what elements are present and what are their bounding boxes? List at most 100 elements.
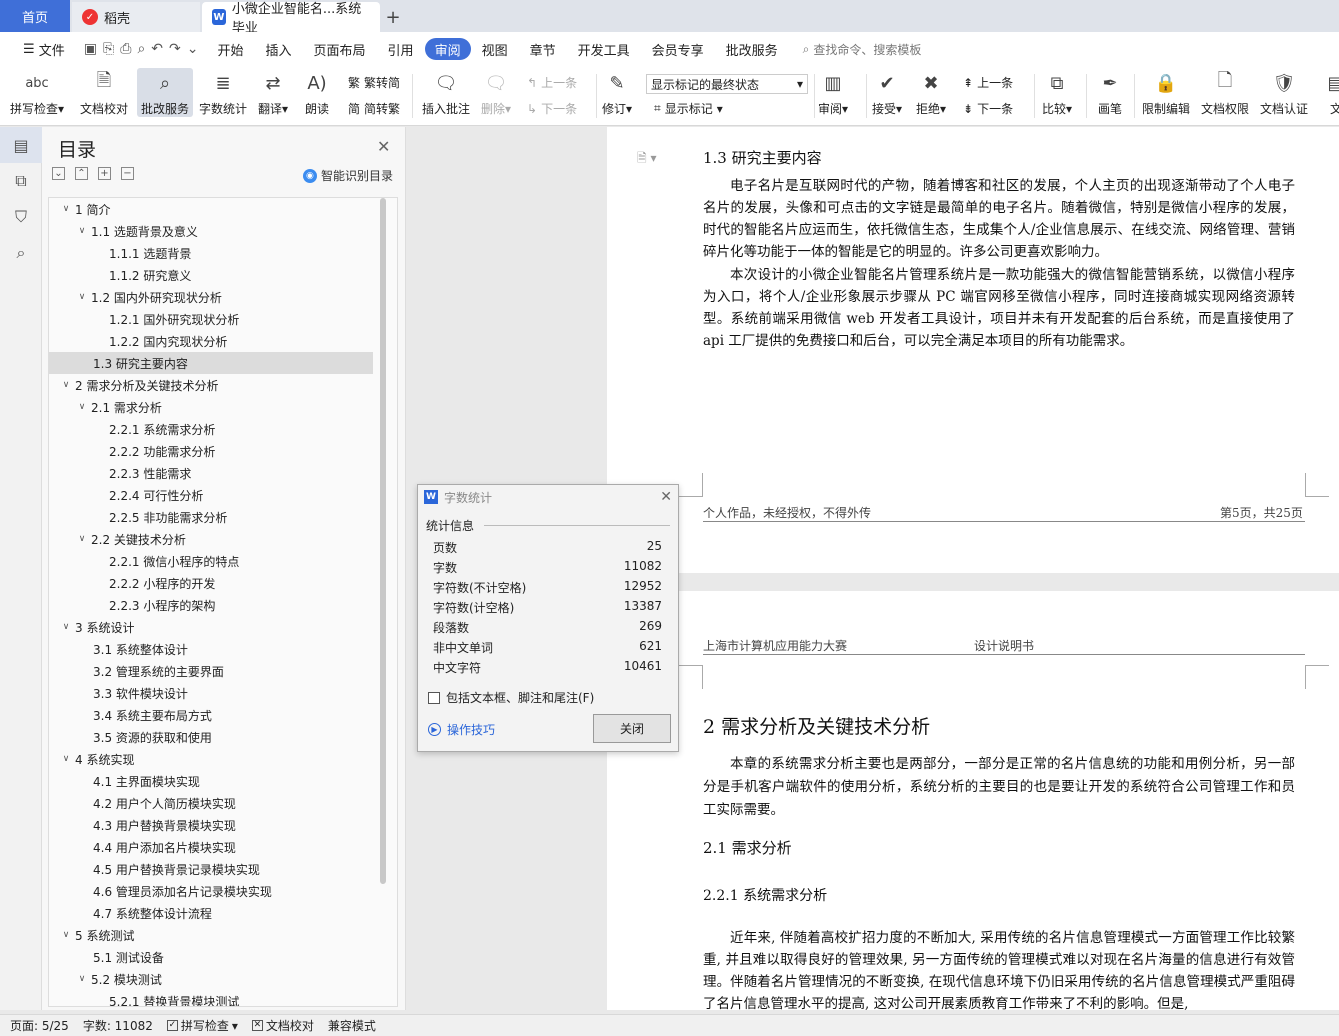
tab-daoke[interactable]: ✓ 稻壳 [72, 2, 200, 32]
command-search[interactable]: ⌕ 查找命令、搜索模板 [803, 41, 922, 58]
new-tab-button[interactable]: + [380, 2, 406, 32]
chevron-down-icon[interactable]: ∨ [75, 534, 89, 544]
smart-toc-button[interactable]: ◉ 智能识别目录 [302, 167, 393, 184]
toc-item[interactable]: ∨ 1.1 选题背景及意义 [49, 220, 373, 242]
remove-heading-icon[interactable]: − [121, 167, 134, 180]
close-icon[interactable]: ✕ [377, 137, 390, 156]
next-comment-button[interactable]: ↳ 下一条 [527, 100, 577, 117]
toc-item[interactable]: 1.2.1 国外研究现状分析 [49, 308, 373, 330]
proofread-button[interactable]: 🗎 文档校对 [80, 68, 128, 117]
document-page[interactable]: 🗎 ▾ 1.3 研究主要内容 电子名片是互联网时代的产物，随着博客和社区的发展，… [607, 127, 1339, 573]
toc-item[interactable]: 2.2.1 系统需求分析 [49, 418, 373, 440]
print-icon[interactable]: ⎙ [120, 41, 131, 57]
menu-developer[interactable]: 开发工具 [567, 38, 641, 60]
chapter-nav-icon[interactable]: ⧉ [0, 163, 42, 199]
chevron-down-icon[interactable]: ∨ [75, 226, 89, 236]
markup-state-select[interactable]: 显示标记的最终状态 ▾ [646, 74, 808, 94]
toc-item[interactable]: 4.7 系统整体设计流程 [49, 902, 373, 924]
toc-item[interactable]: ∨ 5.2 模块测试 [49, 968, 373, 990]
toc-item[interactable]: 3.5 资源的获取和使用 [49, 726, 373, 748]
toc-item[interactable]: 2.2.3 小程序的架构 [49, 594, 373, 616]
toc-scrollbar[interactable] [380, 198, 386, 884]
toc-item[interactable]: ∨ 5 系统测试 [49, 924, 373, 946]
next-change-button[interactable]: ⇟ 下一条 [963, 100, 1013, 117]
reject-button[interactable]: ✖ 拒绝▾ [916, 68, 946, 117]
track-changes-button[interactable]: ✎ 修订▾ [602, 68, 632, 117]
save-icon[interactable]: ▣ [84, 41, 97, 57]
chevron-down-icon[interactable]: ∨ [75, 292, 89, 302]
to-traditional-button[interactable]: 简简转繁 [348, 100, 400, 117]
toc-item[interactable]: 2.2.1 微信小程序的特点 [49, 550, 373, 572]
toc-item[interactable]: 2.2.4 可行性分析 [49, 484, 373, 506]
more-ribbon-button[interactable]: ▤ 文 [1322, 68, 1339, 117]
spell-check-status[interactable]: ✓ 拼写检查 ▾ [166, 1017, 238, 1034]
show-markup-button[interactable]: ⌗ 显示标记 ▾ [654, 100, 723, 117]
toc-item[interactable]: 2.2.5 非功能需求分析 [49, 506, 373, 528]
menu-start[interactable]: 开始 [207, 38, 255, 60]
preview-icon[interactable]: ⌕ [137, 41, 145, 57]
menu-layout[interactable]: 页面布局 [303, 38, 377, 60]
redo-icon[interactable]: ↷ [169, 41, 181, 57]
chevron-down-icon[interactable]: ∨ [59, 754, 73, 764]
toc-item[interactable]: 3.1 系统整体设计 [49, 638, 373, 660]
menu-member[interactable]: 会员专享 [641, 38, 715, 60]
toc-item[interactable]: 3.2 管理系统的主要界面 [49, 660, 373, 682]
read-aloud-button[interactable]: A) 朗读 [303, 68, 331, 117]
toc-item[interactable]: ∨ 3 系统设计 [49, 616, 373, 638]
pen-button[interactable]: ✒ 画笔 [1096, 68, 1124, 117]
menu-insert[interactable]: 插入 [255, 38, 303, 60]
toc-item[interactable]: 5.1 测试设备 [49, 946, 373, 968]
toc-item[interactable]: 2.2.2 功能需求分析 [49, 440, 373, 462]
accept-button[interactable]: ✔ 接受▾ [872, 68, 902, 117]
page-indicator[interactable]: 页面: 5/25 [10, 1017, 69, 1034]
correction-service-button[interactable]: ⌕ 批改服务 [137, 68, 193, 117]
insert-comment-button[interactable]: 🗨 插入批注 [422, 68, 470, 117]
review-pane-button[interactable]: ▥ 审阅▾ [818, 68, 848, 117]
chevron-down-icon[interactable]: ∨ [75, 402, 89, 412]
file-menu[interactable]: ☰ 文件 [12, 38, 76, 60]
menu-review[interactable]: 审阅 [424, 38, 471, 60]
chevron-down-icon[interactable]: ⌄ [187, 41, 199, 57]
chevron-down-icon[interactable]: ∨ [59, 204, 73, 214]
spell-check-button[interactable]: abc 拼写检查▾ [10, 68, 64, 117]
toc-item[interactable]: 1.3 研究主要内容 [49, 352, 373, 374]
compare-button[interactable]: ⧉ 比较▾ [1042, 68, 1072, 117]
toc-item[interactable]: 1.1.2 研究意义 [49, 264, 373, 286]
doc-certify-button[interactable]: 🛡 文档认证 [1260, 68, 1308, 117]
toc-item[interactable]: 1.1.1 选题背景 [49, 242, 373, 264]
tab-home[interactable]: 首页 [0, 0, 70, 32]
menu-correction[interactable]: 批改服务 [715, 38, 789, 60]
toc-item[interactable]: 2.2.2 小程序的开发 [49, 572, 373, 594]
restrict-edit-button[interactable]: 🔒 限制编辑 [1142, 68, 1190, 117]
page-menu-icon[interactable]: 🗎 ▾ [637, 149, 657, 170]
delete-comment-button[interactable]: 🗨 删除▾ [481, 68, 511, 117]
tab-document[interactable]: W 小微企业智能名...系统 毕业 [202, 2, 380, 36]
toc-item[interactable]: 4.6 管理员添加名片记录模块实现 [49, 880, 373, 902]
word-count-button[interactable]: ≣ 字数统计 [199, 68, 247, 117]
toc-item[interactable]: ∨ 1.2 国内外研究现状分析 [49, 286, 373, 308]
toc-item[interactable]: ∨ 2 需求分析及关键技术分析 [49, 374, 373, 396]
toc-item[interactable]: 1.2.2 国内究现状分析 [49, 330, 373, 352]
word-count-indicator[interactable]: 字数: 11082 [83, 1017, 153, 1034]
toc-toggle-icon[interactable]: ▤ [0, 127, 42, 163]
document-page[interactable]: 上海市计算机应用能力大赛 设计说明书 2 需求分析及关键技术分析 本章的系统需求… [607, 591, 1339, 1010]
menu-reference[interactable]: 引用 [377, 38, 425, 60]
expand-all-icon[interactable]: ⌃ [75, 167, 88, 180]
chevron-down-icon[interactable]: ∨ [59, 622, 73, 632]
chevron-down-icon[interactable]: ∨ [59, 380, 73, 390]
close-button[interactable]: 关闭 [593, 714, 671, 743]
prev-comment-button[interactable]: ↰ 上一条 [527, 74, 577, 91]
toc-item[interactable]: 2.2.3 性能需求 [49, 462, 373, 484]
dialog-titlebar[interactable]: W 字数统计 ✕ [418, 485, 678, 509]
doc-permission-button[interactable]: 🗋 文档权限 [1201, 68, 1249, 117]
prev-change-button[interactable]: ⇞ 上一条 [963, 74, 1013, 91]
toc-item[interactable]: 4.3 用户替换背景模块实现 [49, 814, 373, 836]
close-icon[interactable]: ✕ [660, 489, 672, 505]
tips-link[interactable]: ▶ 操作技巧 [428, 721, 495, 738]
include-textbox-checkbox[interactable]: 包括文本框、脚注和尾注(F) [428, 689, 594, 706]
toc-item[interactable]: ∨ 2.1 需求分析 [49, 396, 373, 418]
menu-view[interactable]: 视图 [471, 38, 519, 60]
toc-item[interactable]: 4.1 主界面模块实现 [49, 770, 373, 792]
toc-item[interactable]: ∨ 1 简介 [49, 198, 373, 220]
toc-item[interactable]: 4.2 用户个人简历模块实现 [49, 792, 373, 814]
